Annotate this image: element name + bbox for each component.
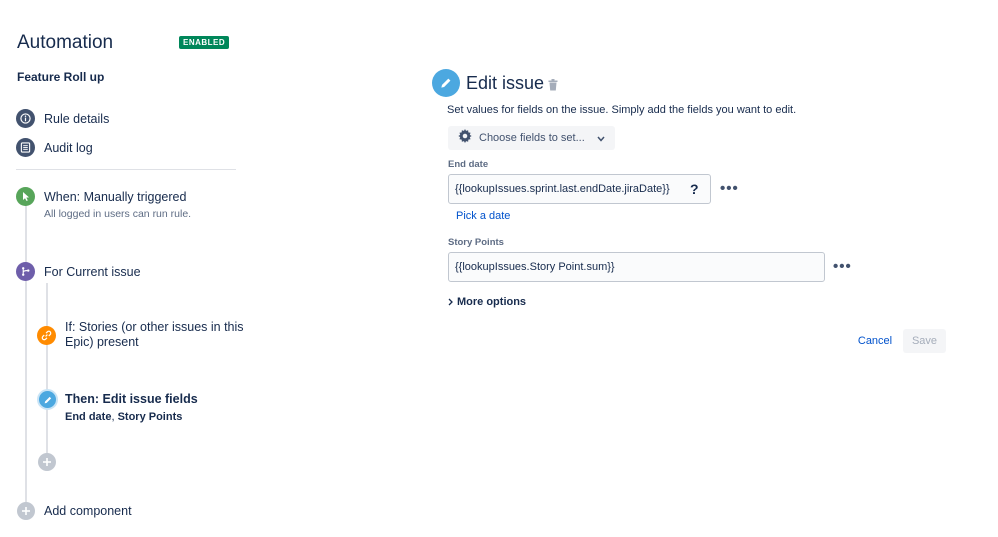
end-date-label: End date [448,159,489,170]
gear-icon [458,128,472,148]
trash-icon[interactable] [548,78,558,96]
rule-details-label: Rule details [44,111,110,126]
branch-title: For Current issue [44,265,141,279]
add-component-button[interactable]: Add component [17,502,132,520]
branch-node[interactable]: For Current issue [16,262,141,281]
story-points-input[interactable] [448,252,825,282]
action-field-story-points: Story Points [117,411,183,423]
pencil-icon [37,389,58,410]
info-icon [16,109,35,128]
end-date-more-icon[interactable]: ••• [720,181,739,196]
condition-line-2: Epic) present [65,335,139,349]
help-icon[interactable]: ? [690,181,699,197]
panel-title: Edit issue [466,73,545,93]
status-badge: ENABLED [179,36,230,49]
choose-fields-label: Choose fields to set... [479,132,585,144]
pick-date-link[interactable]: Pick a date [456,210,510,222]
link-icon [37,326,56,345]
more-options-label: More options [457,296,527,308]
branch-connector [46,283,48,458]
list-icon [16,138,35,157]
pencil-icon [432,69,460,97]
menu-divider [16,169,236,170]
action-field-end-date: End date [65,411,112,423]
trigger-node[interactable]: When: Manually triggered All logged in u… [16,187,191,220]
condition-line-1: If: Stories (or other issues in this [65,320,244,334]
end-date-input[interactable] [448,174,711,204]
panel-description: Set values for fields on the issue. Simp… [447,104,797,116]
rule-name: Feature Roll up [17,70,105,84]
branch-icon [16,262,35,281]
plus-icon[interactable] [38,453,56,471]
flow-connector [25,205,27,515]
plus-icon [17,502,35,520]
trigger-subtitle: All logged in users can run rule. [44,208,192,220]
more-options-toggle[interactable]: More options [448,293,526,311]
cursor-icon [16,187,35,206]
page-title: Automation [17,32,114,53]
action-node[interactable]: Then: Edit issue fields End date, Story … [37,389,198,423]
condition-node[interactable]: If: Stories (or other issues in this Epi… [37,320,244,350]
cancel-button[interactable]: Cancel [852,329,898,353]
trigger-title: When: Manually triggered [44,190,187,204]
choose-fields-button[interactable]: Choose fields to set... [448,126,615,150]
rule-details-item[interactable]: Rule details [16,109,109,128]
action-fields: End date, Story Points [65,411,198,423]
story-points-label: Story Points [448,237,504,248]
chevron-right-icon [448,293,453,311]
audit-log-label: Audit log [44,140,93,155]
add-component-label: Add component [44,504,132,518]
action-title: Then: Edit issue fields [65,392,198,406]
audit-log-item[interactable]: Audit log [16,138,93,157]
story-points-more-icon[interactable]: ••• [833,259,852,274]
chevron-down-icon [597,129,605,147]
save-button[interactable]: Save [903,329,946,353]
